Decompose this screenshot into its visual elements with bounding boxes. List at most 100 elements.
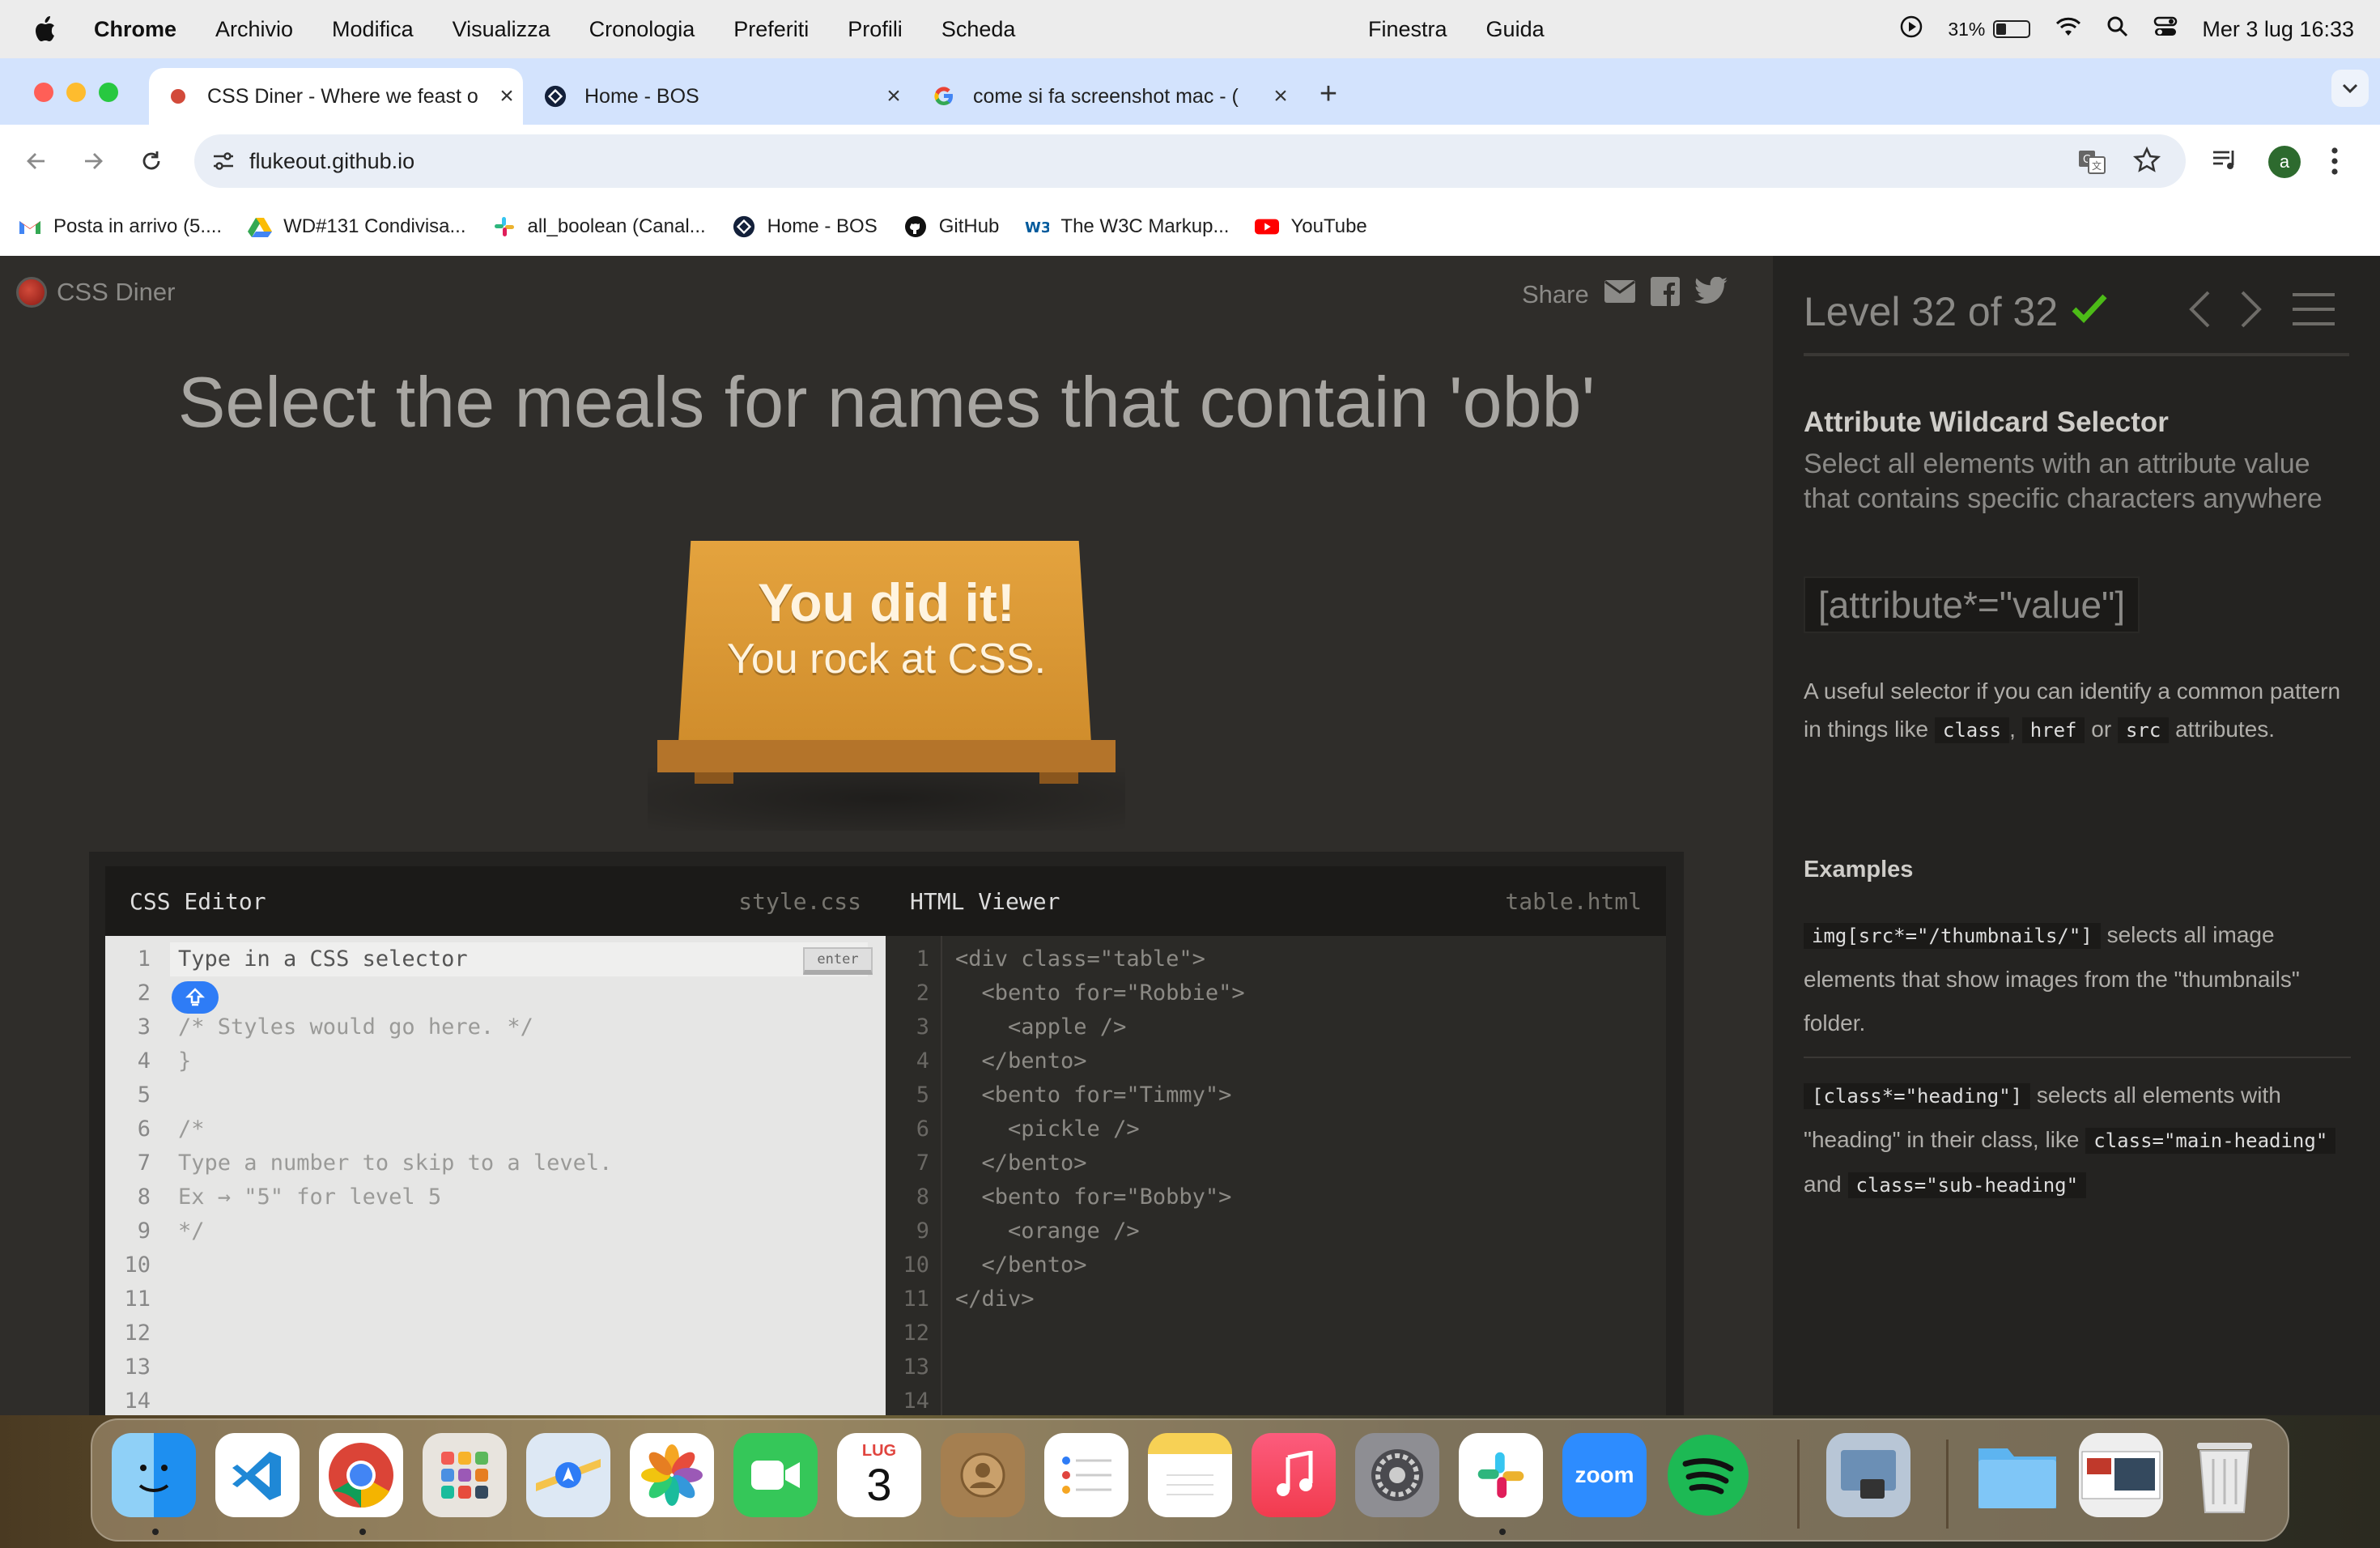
next-level-icon[interactable]	[2239, 290, 2263, 333]
level-menu-icon[interactable]	[2291, 291, 2336, 331]
battery-status[interactable]: 31%	[1948, 19, 2031, 40]
level-indicator[interactable]: Level 32 of 32	[1804, 288, 2108, 335]
tab-search-dropdown-icon[interactable]	[2331, 70, 2369, 107]
close-tab-icon[interactable]: ×	[491, 83, 523, 110]
play-status-icon[interactable]	[1899, 15, 1923, 45]
tab-css-diner[interactable]: CSS Diner - Where we feast o ×	[149, 68, 523, 125]
previous-level-icon[interactable]	[2187, 290, 2212, 333]
apple-icon[interactable]	[32, 15, 65, 43]
menu-app-name[interactable]: Chrome	[94, 17, 176, 42]
enter-button[interactable]: enter	[803, 947, 873, 975]
address-bar[interactable]: flukeout.github.io G文	[194, 134, 2186, 188]
site-info-icon[interactable]	[207, 145, 240, 177]
screenshot-thumbnail-icon[interactable]	[2079, 1433, 2163, 1517]
maps-icon[interactable]	[526, 1433, 610, 1517]
menu-guida[interactable]: Guida	[1486, 17, 1545, 42]
twitter-share-icon[interactable]	[1694, 276, 1728, 313]
menu-cronologia[interactable]: Cronologia	[589, 17, 695, 42]
menu-scheda[interactable]: Scheda	[941, 17, 1016, 42]
translate-icon[interactable]: G文	[2077, 147, 2106, 180]
wifi-icon[interactable]	[2055, 16, 2082, 43]
browser-toolbar: flukeout.github.io G文 a	[0, 125, 2380, 198]
html-viewer-pane: HTML Viewer table.html 1 2 3 4 5 6 7 8 9 10 11 12 13…	[886, 866, 1666, 1415]
menu-clock[interactable]: Mer 3 lug 16:33	[2202, 17, 2354, 42]
profile-avatar[interactable]: a	[2268, 146, 2301, 178]
example-code: class="main-heading"	[2085, 1128, 2336, 1154]
bookmark-label: Posta in arrivo (5....	[53, 215, 223, 237]
menu-finestra[interactable]: Finestra	[1368, 17, 1447, 42]
control-center-icon[interactable]	[2153, 15, 2178, 44]
code-line: /*	[178, 1116, 205, 1142]
reload-icon[interactable]	[133, 142, 170, 180]
hint-code: src	[2117, 717, 2170, 743]
facetime-icon[interactable]	[733, 1433, 818, 1517]
url-text[interactable]: flukeout.github.io	[249, 149, 414, 174]
back-arrow-icon[interactable]	[18, 142, 55, 180]
notes-icon[interactable]	[1148, 1433, 1232, 1517]
css-diner-logo[interactable]: CSS Diner	[16, 277, 175, 308]
code-line: }	[178, 1048, 192, 1074]
menu-preferiti[interactable]: Preferiti	[733, 17, 809, 42]
menu-profili[interactable]: Profili	[848, 17, 903, 42]
calendar-icon[interactable]: LUG 3	[837, 1433, 921, 1517]
chrome-icon[interactable]	[319, 1433, 403, 1517]
photos-icon[interactable]	[630, 1433, 714, 1517]
music-icon[interactable]	[1252, 1433, 1336, 1517]
zoom-window-button[interactable]	[99, 83, 118, 102]
code-line: <orange />	[955, 1218, 1140, 1244]
bookmark-github[interactable]: GitHub	[903, 215, 1000, 239]
close-window-button[interactable]	[34, 83, 53, 102]
level-info-panel: Level 32 of 32 Attribute Wildcard Select…	[1773, 256, 2380, 1415]
tab-home-bos[interactable]: Home - BOS ×	[526, 68, 910, 125]
tab-google-search[interactable]: come si fa screenshot mac - ( ×	[915, 68, 1297, 125]
line-number: 12	[124, 1320, 151, 1346]
bookmark-slack[interactable]: all_boolean (Canal...	[492, 215, 706, 239]
contacts-icon[interactable]	[941, 1433, 1025, 1517]
extension-badge-icon[interactable]	[172, 981, 219, 1014]
menu-modifica[interactable]: Modifica	[332, 17, 414, 42]
slack-dock-icon[interactable]	[1459, 1433, 1543, 1517]
zoom-icon[interactable]: zoom	[1562, 1433, 1647, 1517]
bookmark-gmail[interactable]: Posta in arrivo (5....	[18, 215, 222, 239]
new-tab-button[interactable]: +	[1310, 76, 1347, 113]
bookmark-w3c[interactable]: W3 The W3C Markup...	[1025, 215, 1229, 239]
spotify-icon[interactable]	[1666, 1433, 1750, 1517]
code-line: {	[178, 976, 869, 1010]
close-tab-icon[interactable]: ×	[1264, 83, 1297, 110]
bookmark-youtube[interactable]: YouTube	[1255, 215, 1367, 239]
finder-icon[interactable]	[112, 1433, 196, 1517]
line-number: 11	[124, 1286, 151, 1312]
chrome-menu-icon[interactable]	[2330, 146, 2340, 180]
line-number: 10	[903, 1252, 929, 1278]
css-editor-body: 1 2 3 4 5 6 7 8 9 10 11 12 13 14 Type in a CSS select…	[105, 936, 886, 1415]
launchpad-icon[interactable]	[423, 1433, 507, 1517]
vscode-icon[interactable]	[215, 1433, 300, 1517]
bookmark-label: GitHub	[938, 215, 1000, 237]
downloads-folder-icon[interactable]	[1975, 1433, 2059, 1517]
bookmark-bos[interactable]: Home - BOS	[732, 215, 878, 239]
minimize-window-button[interactable]	[66, 83, 86, 102]
bookmark-star-icon[interactable]	[2132, 146, 2161, 178]
system-settings-icon[interactable]	[1355, 1433, 1439, 1517]
share-label: Share	[1522, 280, 1589, 308]
line-number: 3	[916, 1014, 929, 1040]
forward-arrow-icon[interactable]	[74, 142, 112, 180]
menu-archivio[interactable]: Archivio	[215, 17, 293, 42]
spotlight-search-icon[interactable]	[2106, 15, 2129, 44]
line-number: 4	[137, 1048, 151, 1074]
reminders-icon[interactable]	[1044, 1433, 1128, 1517]
trash-icon[interactable]	[2182, 1433, 2267, 1517]
close-tab-icon[interactable]: ×	[878, 83, 910, 110]
email-share-icon[interactable]	[1604, 279, 1636, 310]
css-editor-header: CSS Editor style.css	[105, 866, 886, 936]
html-viewer-body: 1 2 3 4 5 6 7 8 9 10 11 12 13 14 <div class="table"> …	[886, 936, 1666, 1415]
example-item: [class*="heading"] selects all elements …	[1804, 1074, 2351, 1207]
preview-icon[interactable]	[1826, 1433, 1910, 1517]
media-queue-icon[interactable]	[2212, 147, 2239, 176]
checkmark-icon	[2071, 288, 2108, 335]
facebook-share-icon[interactable]	[1650, 277, 1680, 313]
bookmark-drive[interactable]: WD#131 Condivisa...	[248, 215, 466, 239]
menu-visualizza[interactable]: Visualizza	[453, 17, 550, 42]
